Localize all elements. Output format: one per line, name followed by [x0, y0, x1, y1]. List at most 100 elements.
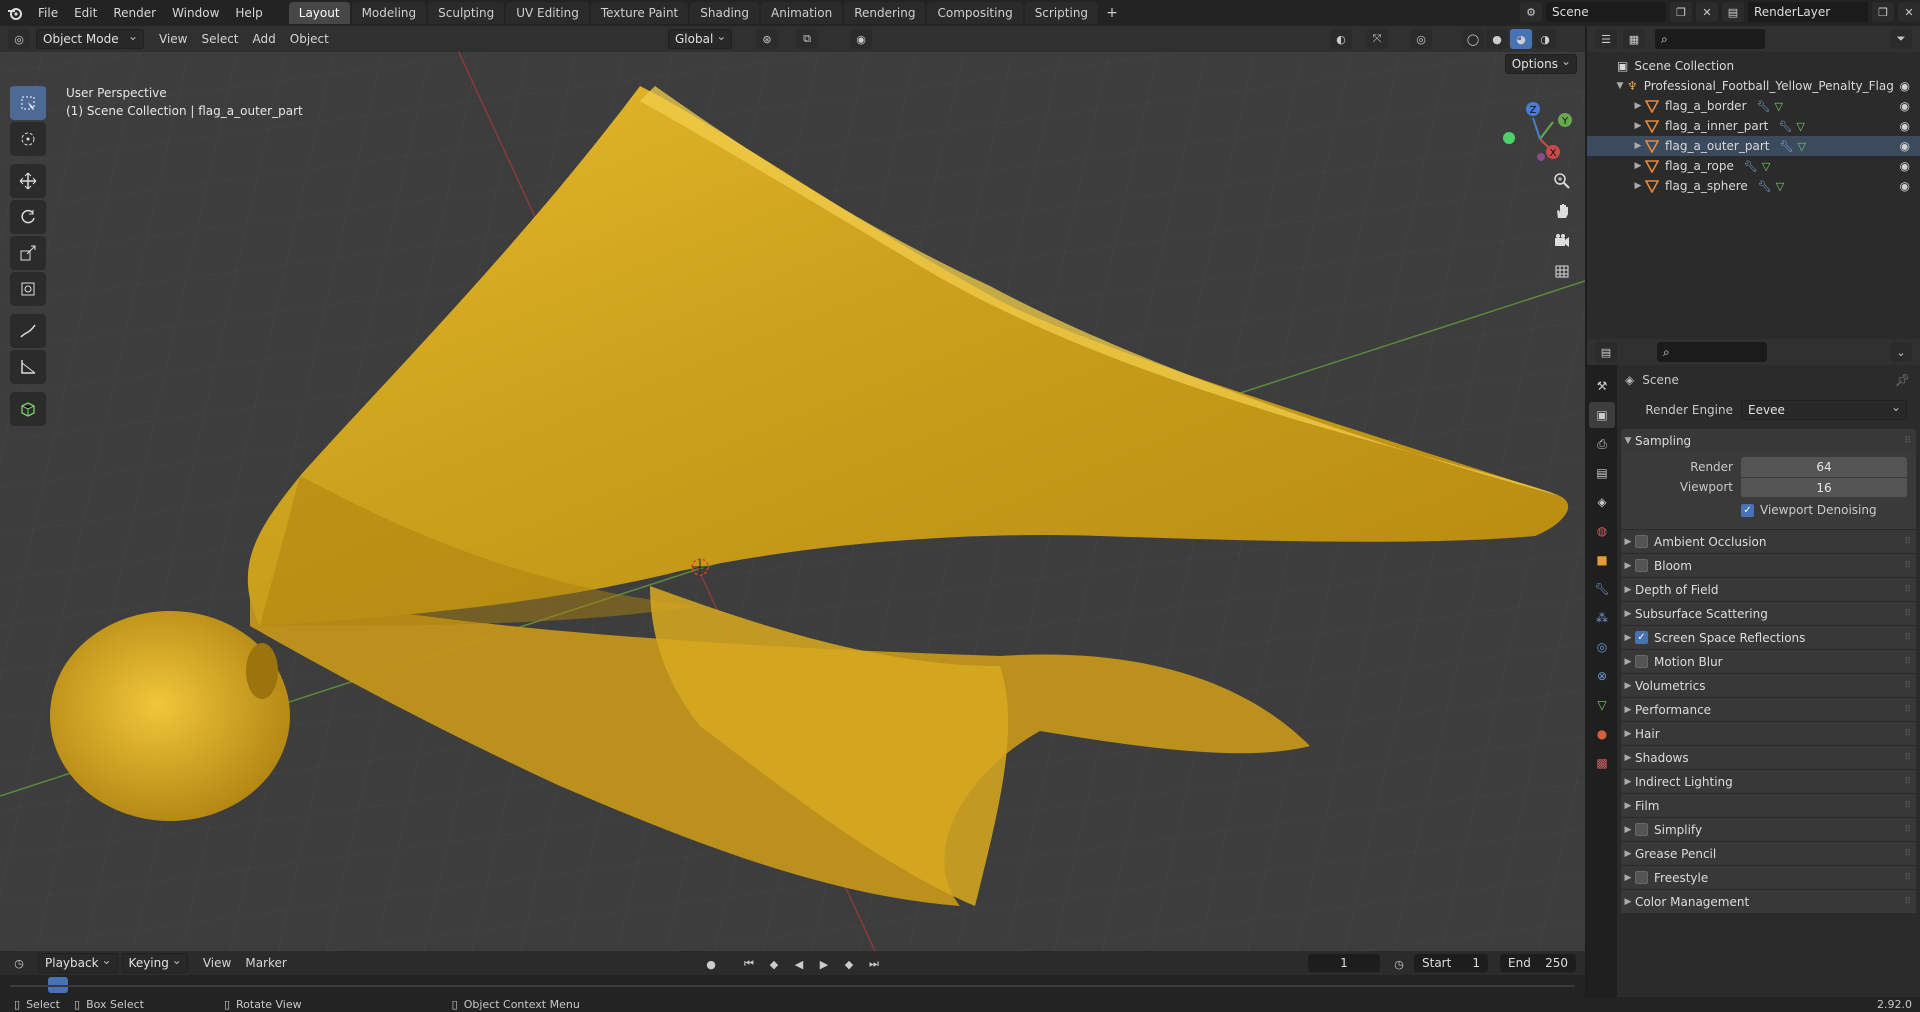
display-mode-icon[interactable]: ▦: [1623, 29, 1645, 49]
snap-icon[interactable]: ⧉: [796, 29, 818, 49]
drag-handle-icon[interactable]: ⠿: [1904, 825, 1911, 835]
expand-object-icon[interactable]: ▶: [1631, 141, 1645, 151]
tab-sculpting[interactable]: Sculpting: [428, 2, 505, 24]
modifier-wrench-icon[interactable]: 🔧︎: [1757, 100, 1771, 113]
panel-hair[interactable]: ▶ Hair ⠿: [1621, 721, 1916, 745]
shading-material-icon[interactable]: ◕: [1510, 29, 1532, 49]
blender-logo-icon[interactable]: [0, 0, 30, 26]
object-visibility-eye-icon[interactable]: ◉: [1900, 179, 1910, 193]
expand-object-icon[interactable]: ▶: [1631, 121, 1645, 131]
outliner-object-row-active[interactable]: ▶ flag_a_outer_part 🔧︎ ▽ ◉: [1587, 136, 1920, 156]
menu-render[interactable]: Render: [105, 0, 164, 26]
menu-help[interactable]: Help: [227, 0, 270, 26]
expand-panel-icon[interactable]: ▶: [1621, 657, 1635, 667]
panel-indirect-lighting[interactable]: ▶ Indirect Lighting ⠿: [1621, 769, 1916, 793]
new-scene-icon[interactable]: ❐: [1670, 2, 1692, 22]
view-layer-tab-icon[interactable]: ▤: [1589, 460, 1615, 486]
panel-freestyle[interactable]: ▶ Freestyle ⠿: [1621, 865, 1916, 889]
panel-color-management[interactable]: ▶ Color Management ⠿: [1621, 889, 1916, 913]
mesh-data-icon[interactable]: ▽: [1797, 140, 1805, 153]
render-tab-icon[interactable]: ▣: [1589, 402, 1615, 428]
drag-handle-icon[interactable]: ⠿: [1904, 753, 1911, 763]
data-tab-icon[interactable]: ▽: [1589, 692, 1615, 718]
expand-panel-icon[interactable]: ▶: [1621, 897, 1635, 907]
drag-handle-icon[interactable]: ⠿: [1904, 657, 1911, 667]
tab-shading[interactable]: Shading: [690, 2, 759, 24]
drag-handle-icon[interactable]: ⠿: [1904, 561, 1911, 571]
pan-hand-icon[interactable]: [1549, 198, 1575, 224]
ambient-occlusion-checkbox[interactable]: [1635, 535, 1648, 548]
panel-performance[interactable]: ▶ Performance ⠿: [1621, 697, 1916, 721]
measure-tool-icon[interactable]: [10, 350, 46, 384]
bloom-checkbox[interactable]: [1635, 559, 1648, 572]
transform-tool-icon[interactable]: [10, 272, 46, 306]
collapse-sampling-icon[interactable]: ▼: [1621, 436, 1635, 446]
view-layer-field[interactable]: RenderLayer: [1748, 2, 1868, 22]
annotate-tool-icon[interactable]: [10, 314, 46, 348]
world-tab-icon[interactable]: ◍: [1589, 518, 1615, 544]
3d-viewport[interactable]: ◎ Object Mode View Select Add Object Glo…: [0, 26, 1585, 951]
add-cube-tool-icon[interactable]: [10, 392, 46, 426]
panel-ambient-occlusion[interactable]: ▶ Ambient Occlusion ⠿: [1621, 529, 1916, 553]
current-frame-field[interactable]: 1: [1308, 954, 1380, 972]
viewport-menu-view[interactable]: View: [152, 32, 194, 46]
panel-screen-space-reflections[interactable]: ▶ ✓ Screen Space Reflections ⠿: [1621, 625, 1916, 649]
viewport-menu-object[interactable]: Object: [283, 32, 336, 46]
pivot-point-icon[interactable]: ⊛: [756, 29, 778, 49]
filter-icon[interactable]: ⏷: [1890, 29, 1912, 49]
tool-tab-icon[interactable]: ⚒: [1589, 373, 1615, 399]
scene-tab-icon[interactable]: ◈: [1589, 489, 1615, 515]
panel-grease-pencil[interactable]: ▶ Grease Pencil ⠿: [1621, 841, 1916, 865]
overlay-toggle-icon[interactable]: ◎: [1410, 29, 1432, 49]
delete-view-layer-icon[interactable]: ✕: [1898, 2, 1920, 22]
scale-tool-icon[interactable]: [10, 236, 46, 270]
expand-panel-icon[interactable]: ▶: [1621, 681, 1635, 691]
menu-file[interactable]: File: [30, 0, 66, 26]
expand-panel-icon[interactable]: ▶: [1621, 849, 1635, 859]
add-workspace-button[interactable]: +: [1100, 2, 1124, 24]
outliner-editor-type-icon[interactable]: ☰: [1595, 29, 1617, 49]
viewport-samples-field[interactable]: 16: [1741, 477, 1907, 497]
shading-rendered-icon[interactable]: ◑: [1534, 29, 1556, 49]
viewport-scene[interactable]: [0, 26, 1585, 951]
properties-search-input[interactable]: ⌕: [1657, 342, 1767, 362]
start-frame-field[interactable]: Start 1: [1414, 954, 1488, 972]
mesh-data-icon[interactable]: ▽: [1774, 100, 1782, 113]
drag-handle-icon[interactable]: ⠿: [1904, 436, 1911, 446]
expand-panel-icon[interactable]: ▶: [1621, 873, 1635, 883]
new-view-layer-icon[interactable]: ❐: [1872, 2, 1894, 22]
panel-motion-blur[interactable]: ▶ Motion Blur ⠿: [1621, 649, 1916, 673]
expand-panel-icon[interactable]: ▶: [1621, 825, 1635, 835]
drag-handle-icon[interactable]: ⠿: [1904, 705, 1911, 715]
select-box-tool-icon[interactable]: [10, 86, 46, 120]
expand-panel-icon[interactable]: ▶: [1621, 753, 1635, 763]
menu-window[interactable]: Window: [164, 0, 227, 26]
mesh-data-icon[interactable]: ▽: [1762, 160, 1770, 173]
preview-range-icon[interactable]: ◷: [1388, 954, 1410, 974]
expand-panel-icon[interactable]: ▶: [1621, 561, 1635, 571]
scene-icon[interactable]: ⚙: [1520, 2, 1542, 22]
timeline-menu-view[interactable]: View: [196, 956, 238, 970]
constraints-tab-icon[interactable]: ⊗: [1589, 663, 1615, 689]
simplify-checkbox[interactable]: [1635, 823, 1648, 836]
view-layer-icon[interactable]: ▤: [1722, 2, 1744, 22]
drag-handle-icon[interactable]: ⠿: [1904, 873, 1911, 883]
play-icon[interactable]: ▶: [813, 954, 835, 974]
gizmo-neg-y-icon[interactable]: [1503, 132, 1515, 144]
motion-blur-checkbox[interactable]: [1635, 655, 1648, 668]
expand-object-icon[interactable]: ▶: [1631, 161, 1645, 171]
tab-scripting[interactable]: Scripting: [1024, 2, 1099, 24]
screen-space-reflections-checkbox[interactable]: ✓: [1635, 631, 1648, 644]
viewport-menu-add[interactable]: Add: [246, 32, 283, 46]
viewport-denoising-checkbox[interactable]: ✓: [1741, 503, 1754, 517]
object-mode-dropdown[interactable]: Object Mode: [36, 27, 144, 49]
panel-volumetrics[interactable]: ▶ Volumetrics ⠿: [1621, 673, 1916, 697]
rotate-tool-icon[interactable]: [10, 200, 46, 234]
playback-dropdown[interactable]: Playback: [38, 951, 118, 973]
timeline-editor-type-icon[interactable]: ◷: [8, 953, 30, 973]
drag-handle-icon[interactable]: ⠿: [1904, 849, 1911, 859]
tab-uv-editing[interactable]: UV Editing: [506, 2, 589, 24]
drag-handle-icon[interactable]: ⠿: [1904, 537, 1911, 547]
gizmo-neg-z-icon[interactable]: [1537, 153, 1545, 161]
modifier-wrench-icon[interactable]: 🔧︎: [1758, 180, 1772, 193]
